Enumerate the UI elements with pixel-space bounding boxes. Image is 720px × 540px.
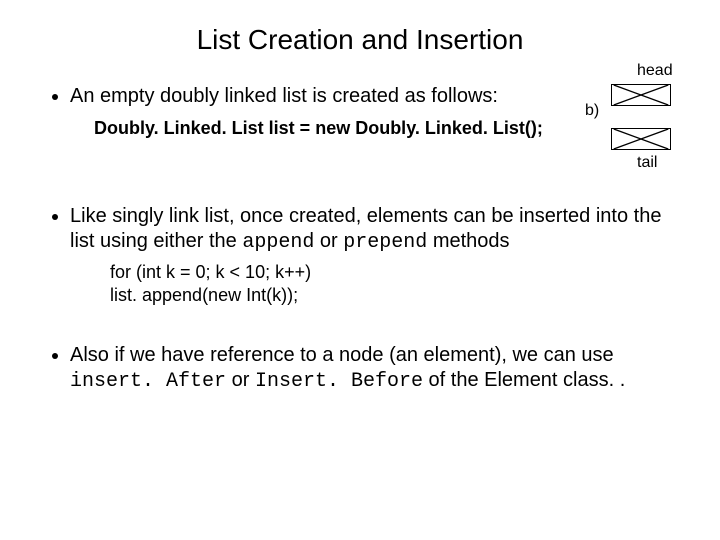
bullet-1-text: An empty doubly linked list is created a…	[70, 85, 498, 107]
slide-title: List Creation and Insertion	[40, 24, 680, 56]
bullet-3: Also if we have reference to a node (an …	[70, 343, 680, 394]
bullet-2-text-c: methods	[427, 230, 509, 252]
diagram-node-tail	[611, 128, 671, 150]
diagram-label-b: b)	[585, 102, 599, 120]
bullet-3-text-a: Also if we have reference to a node (an …	[70, 344, 614, 366]
slide: List Creation and Insertion An empty dou…	[0, 0, 720, 540]
code-line-2: list. append(new Int(k));	[110, 284, 680, 307]
bullet-2-code-b: prepend	[343, 231, 427, 254]
null-cross-icon	[612, 129, 670, 149]
diagram-label-tail: tail	[637, 154, 657, 172]
code-line-1: for (int k = 0; k < 10; k++)	[110, 261, 680, 284]
diagram-node-head	[611, 84, 671, 106]
diagram-label-head: head	[637, 62, 673, 80]
diagram: head b) tail	[555, 62, 695, 182]
null-cross-icon	[612, 85, 670, 105]
bullet-2-text-b: or	[314, 230, 343, 252]
bullet-3-code-a: insert. After	[70, 370, 226, 393]
bullet-2-code-a: append	[242, 231, 314, 254]
bullet-2: Like singly link list, once created, ele…	[70, 204, 680, 338]
spacer	[70, 307, 680, 337]
bullet-3-text-b: or	[226, 369, 255, 391]
bullet-3-code-b: Insert. Before	[255, 370, 423, 393]
bullet-2-subcode: for (int k = 0; k < 10; k++) list. appen…	[110, 261, 680, 308]
bullet-3-text-c: of the Element class. .	[423, 369, 625, 391]
